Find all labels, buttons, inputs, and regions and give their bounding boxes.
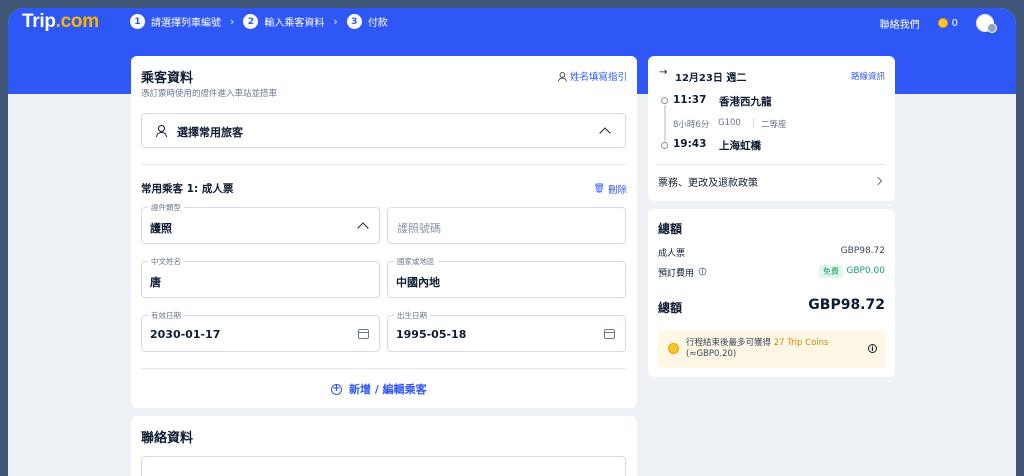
step-label: 付款: [367, 18, 388, 29]
browser-viewport: Trip.com 1 請選擇列車編號 › 2 輸入乘客資料 › 3 付款 聯絡我…: [8, 8, 1016, 476]
adult-ticket-label: 成人票: [658, 249, 686, 259]
free-badge: 免費: [819, 265, 843, 278]
document-type-label: 證件類型: [148, 202, 184, 213]
booking-steps: 1 請選擇列車編號 › 2 輸入乘客資料 › 3 付款: [130, 14, 388, 29]
departure-dot: [661, 97, 668, 104]
trip-date: 12月23日 週二: [675, 73, 747, 84]
ticket-policy-row[interactable]: 票務、更改及退款政策: [658, 173, 885, 193]
select-frequent-traveler-label: 選擇常用旅客: [177, 126, 243, 139]
expiry-date-value: 2030-01-17: [150, 328, 221, 341]
name-guide-link[interactable]: 姓名填寫指引: [557, 69, 627, 83]
timeline-line: [663, 105, 666, 142]
chinese-name-value: 唐: [150, 276, 161, 289]
contact-us-link[interactable]: 聯絡我們: [880, 16, 920, 31]
trip-logo[interactable]: Trip.com: [22, 11, 99, 33]
country-region-label: 國家或地區: [394, 256, 438, 267]
step-passenger-info: 2 輸入乘客資料: [243, 14, 324, 29]
divider: [141, 368, 626, 369]
step-payment: 3 付款: [346, 14, 388, 29]
chevron-up-icon: [357, 222, 369, 234]
step-number: 3: [346, 14, 362, 29]
route-info-link[interactable]: 路線資訊: [851, 70, 885, 82]
ticket-policy-label: 票務、更改及退款政策: [658, 178, 758, 189]
add-edit-passenger-label: 新增 / 編輯乘客: [349, 383, 427, 396]
document-type-value: 護照: [150, 222, 172, 235]
delete-passenger-button[interactable]: 🗑 刪除: [594, 182, 627, 196]
trip-coin-icon: [668, 343, 679, 354]
train-number: G100: [718, 118, 741, 128]
departure-station: 香港西九龍: [719, 96, 772, 108]
passport-number-input[interactable]: 護照號碼: [387, 207, 626, 244]
trip-coin-icon: [937, 18, 948, 28]
arrival-time: 19:43: [673, 138, 707, 150]
step-number: 2: [243, 14, 259, 29]
passenger-info-card: 乘客資料 憑訂票時使用的證件進入車站並搭車 姓名填寫指引 選擇常用旅客 常用乘客…: [131, 56, 637, 408]
birth-date-value: 1995-05-18: [396, 328, 467, 341]
birth-date-input[interactable]: 出生日期 1995-05-18: [387, 310, 626, 352]
divider: [141, 164, 626, 165]
booking-fee-label: 預訂費用: [658, 269, 695, 279]
name-guide-label: 姓名填寫指引: [569, 72, 627, 83]
expiry-date-input[interactable]: 有效日期 2030-01-17: [141, 310, 380, 352]
arrival-station: 上海虹橋: [719, 140, 761, 152]
train-arrow-icon: →: [659, 67, 668, 78]
step-select-train: 1 請選擇列車編號: [130, 14, 221, 29]
departure-time: 11:37: [673, 94, 707, 106]
plus-circle-icon: +: [331, 382, 342, 395]
header-actions: 聯絡我們 0: [880, 14, 997, 33]
total-section-title: 總額: [658, 222, 683, 236]
add-edit-passenger-button[interactable]: + 新增 / 編輯乘客: [331, 381, 427, 397]
passenger-entry-title: 常用乘客 1: 成人票: [141, 183, 234, 195]
trip-coins-banner: 行程結束後最多可獲得 27 Trip Coins (≈GBP0.20) i: [658, 330, 885, 368]
trip-summary-card: → 12月23日 週二 路線資訊 11:37 香港西九龍 8小時6分 G100 …: [648, 56, 895, 201]
divider: [658, 164, 885, 165]
info-icon[interactable]: i: [698, 267, 707, 276]
document-type-select[interactable]: 證件類型 護照: [141, 202, 380, 244]
calendar-icon[interactable]: [604, 329, 615, 339]
grand-total-label: 總額: [658, 301, 683, 315]
chevron-right-icon: ›: [230, 15, 235, 28]
trash-icon: 🗑: [593, 184, 605, 194]
booking-fee-price: GBP0.00: [846, 266, 885, 276]
contact-info-card: 聯絡資料: [131, 416, 637, 476]
avatar[interactable]: [976, 14, 997, 33]
country-region-select[interactable]: 國家或地區 中國內地: [387, 256, 626, 298]
chinese-name-input[interactable]: 中文姓名 唐: [141, 256, 380, 298]
price-summary-card: 總額 成人票 GBP98.72 預訂費用 i 免費 GBP0.00 總額 GBP…: [648, 209, 895, 377]
person-icon: [557, 71, 567, 82]
chinese-name-label: 中文姓名: [148, 256, 184, 267]
info-icon[interactable]: i: [868, 344, 877, 353]
chevron-right-icon: [873, 176, 883, 186]
trip-duration: 8小時6分: [673, 120, 710, 130]
grand-total-price: GBP98.72: [808, 297, 885, 313]
step-label: 請選擇列車編號: [151, 18, 221, 29]
coins-value: (≈GBP0.20): [686, 349, 737, 359]
delete-label: 刪除: [607, 185, 627, 196]
contact-field[interactable]: [141, 456, 626, 476]
arrival-dot: [661, 142, 668, 149]
chevron-up-icon: [599, 127, 611, 139]
country-region-value: 中國內地: [396, 276, 440, 289]
contact-section-title: 聯絡資料: [141, 431, 194, 446]
calendar-icon[interactable]: [358, 329, 369, 339]
person-icon: [156, 125, 167, 137]
step-number: 1: [130, 14, 145, 29]
chevron-right-icon: ›: [333, 15, 338, 28]
coin-balance[interactable]: 0: [952, 18, 958, 29]
passenger-section-subtitle: 憑訂票時使用的證件進入車站並搭車: [141, 89, 278, 99]
adult-ticket-price: GBP98.72: [840, 246, 885, 256]
coins-reward-text: 行程結束後最多可獲得 27 Trip Coins: [686, 338, 829, 348]
seat-class: 二等座: [761, 120, 787, 130]
separator: |: [752, 118, 755, 128]
passport-number-placeholder: 護照號碼: [397, 222, 441, 235]
step-label: 輸入乘客資料: [264, 18, 325, 29]
expiry-date-label: 有效日期: [148, 310, 184, 321]
birth-date-label: 出生日期: [394, 310, 430, 321]
select-frequent-traveler-dropdown[interactable]: 選擇常用旅客: [141, 113, 626, 148]
passenger-section-title: 乘客資料: [141, 71, 194, 86]
